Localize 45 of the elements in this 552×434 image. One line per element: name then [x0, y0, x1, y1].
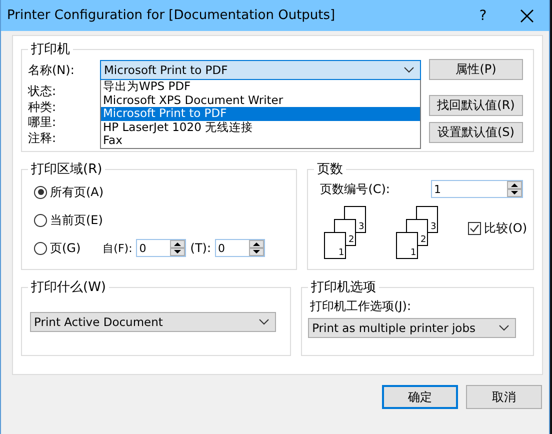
dropdown-option[interactable]: HP LaserJet 1020 无线连接	[101, 120, 420, 134]
radio-option[interactable]: 所有页(A)	[34, 184, 104, 200]
radio-option[interactable]: 页(G)	[34, 240, 81, 256]
group-title: 打印区域(R)	[30, 161, 104, 178]
field-label: (T):	[190, 241, 212, 255]
window-title: Printer Configuration for [Documentation Outputs]	[7, 8, 336, 23]
field-label: 种类:	[28, 100, 58, 115]
print-what-dropdown[interactable]: Print Active Document	[30, 312, 276, 332]
group-title: 打印机选项	[310, 279, 378, 296]
close-icon	[520, 8, 534, 22]
dropdown-option[interactable]: Fax	[101, 134, 420, 148]
field-label: 哪里:	[28, 115, 58, 130]
chevron-icon	[404, 67, 414, 73]
group-title: 打印什么(W)	[30, 279, 107, 296]
spin-field[interactable]: 0	[215, 239, 266, 257]
radio-option[interactable]: 当前页(E)	[34, 212, 103, 228]
spin-field[interactable]: 1	[431, 180, 523, 198]
field-label: 页数编号(C):	[320, 180, 390, 198]
field-label: 状态:	[28, 84, 58, 100]
group-title: 打印机	[30, 41, 71, 58]
page-stack-drawing: 3 2 1	[324, 206, 376, 258]
dropdown-option[interactable]: Microsoft Print to PDF	[101, 107, 420, 121]
spin-field[interactable]: 0	[136, 239, 186, 257]
spin-arrows-icon	[249, 240, 264, 256]
spin-arrows-icon	[170, 240, 186, 256]
printer-dropdown[interactable]: Microsoft Print to PDF	[100, 60, 421, 80]
collate-checkbox[interactable]: 比较(O)	[468, 220, 527, 237]
page-stack-drawing: 3 2 1	[396, 206, 448, 258]
printer-job-dropdown[interactable]: Print as multiple printer jobs	[308, 318, 516, 338]
set-default-button[interactable]: 设置默认值(S)	[429, 122, 523, 143]
properties-button[interactable]: 属性(P)	[429, 59, 523, 80]
spin-arrows-icon	[507, 181, 522, 197]
dropdown-option[interactable]: Microsoft XPS Document Writer	[101, 94, 420, 108]
group-title: 页数	[316, 161, 344, 178]
dropdown-option[interactable]: 导出为WPS PDF	[101, 80, 420, 94]
dialog-button[interactable]: 取消	[466, 385, 542, 409]
field-label: 打印机工作选项(J):	[310, 298, 412, 315]
field-label: 注释:	[28, 130, 58, 146]
help-button[interactable]: ?	[461, 0, 505, 31]
field-label: 自(F):	[102, 240, 132, 256]
chevron-icon	[499, 325, 510, 331]
restore-defaults-button[interactable]: 找回默认值(R)	[429, 95, 523, 116]
chevron-icon	[259, 319, 269, 325]
field-label: 名称(N):	[28, 62, 76, 79]
dialog-button[interactable]: 确定	[382, 385, 458, 409]
